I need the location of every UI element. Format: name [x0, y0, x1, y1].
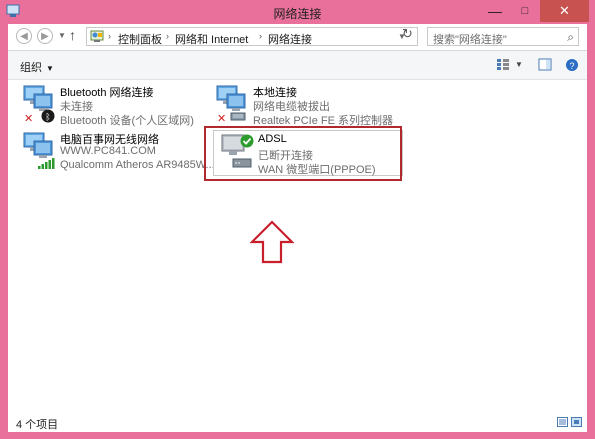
breadcrumb-control-panel[interactable]: 控制面板	[118, 31, 162, 47]
up-arrow-annotation	[250, 220, 294, 264]
recent-locations-dropdown[interactable]: ▼	[58, 31, 66, 40]
minimize-button[interactable]: —	[480, 0, 510, 22]
help-icon[interactable]: ?	[565, 58, 579, 72]
forward-button[interactable]: ▶	[37, 28, 53, 44]
refresh-icon[interactable]: ↻	[402, 26, 413, 42]
connection-status: WWW.PC841.COM	[60, 145, 156, 157]
list-item-local-connection[interactable]: ✕ 本地连接 网络电缆被拔出 Realtek PCIe FE 系列控制器	[213, 84, 393, 128]
title-bar: 网络连接 — □ ✕	[0, 0, 595, 24]
item-count: 4 个项目	[16, 419, 59, 431]
ethernet-network-icon: ✕	[216, 85, 246, 124]
explorer-window: ◀ ▶ ▼ ↑ › 控制面板 › 网络和 Internet › 网络连接 ▼ ↻…	[8, 24, 587, 432]
search-icon[interactable]: ⌕	[567, 30, 574, 45]
large-icons-view-icon[interactable]	[571, 417, 582, 427]
breadcrumb-separator: ›	[108, 31, 111, 41]
breadcrumb-network-connections[interactable]: 网络连接	[268, 31, 312, 47]
search-input[interactable]: 搜索"网络连接" ⌕	[427, 27, 579, 46]
organize-menu[interactable]: 组织 ▼	[20, 59, 54, 75]
highlight-box	[204, 126, 402, 181]
breadcrumb-separator: ›	[166, 31, 169, 41]
up-button[interactable]: ↑	[69, 27, 76, 43]
list-item-wireless[interactable]: 电脑百事网无线网络 WWW.PC841.COM Qualcomm Atheros…	[20, 131, 215, 175]
connection-device: Qualcomm Atheros AR9485W...	[60, 159, 215, 171]
view-options-dropdown[interactable]: ▼	[515, 60, 523, 69]
bluetooth-network-icon: ✕ ᛒ	[23, 85, 55, 124]
svg-text:?: ?	[569, 61, 574, 71]
address-bar[interactable]: › 控制面板 › 网络和 Internet › 网络连接 ▼	[86, 27, 418, 46]
preview-pane-icon[interactable]	[538, 58, 552, 71]
disconnected-x-icon: ✕	[24, 112, 33, 124]
command-bar: 组织 ▼ ▼ ?	[8, 51, 587, 80]
chevron-down-icon: ▼	[46, 64, 54, 73]
status-bar: 4 个项目	[8, 412, 587, 432]
breadcrumb-network-internet[interactable]: 网络和 Internet	[175, 31, 248, 47]
bluetooth-icon: ᛒ	[45, 112, 50, 123]
change-view-icon[interactable]	[496, 58, 510, 71]
details-view-icon[interactable]	[557, 417, 568, 427]
wireless-network-icon	[23, 132, 55, 169]
maximize-button[interactable]: □	[510, 0, 540, 22]
organize-label: 组织	[20, 62, 42, 74]
address-row: ◀ ▶ ▼ ↑ › 控制面板 › 网络和 Internet › 网络连接 ▼ ↻…	[8, 24, 587, 51]
search-placeholder: 搜索"网络连接"	[433, 34, 507, 46]
back-button[interactable]: ◀	[16, 28, 32, 44]
signal-bars-icon	[38, 158, 55, 169]
connection-device: Bluetooth 设备(个人区域网)	[60, 115, 194, 127]
list-item-bluetooth[interactable]: ✕ ᛒ Bluetooth 网络连接 未连接 Bluetooth 设备(个人区域…	[20, 84, 194, 128]
breadcrumb-separator: ›	[259, 31, 262, 41]
connections-list: ✕ ᛒ Bluetooth 网络连接 未连接 Bluetooth 设备(个人区域…	[8, 80, 587, 410]
close-button[interactable]: ✕	[540, 0, 589, 22]
control-panel-icon	[90, 30, 104, 42]
disconnected-x-icon: ✕	[217, 112, 226, 124]
